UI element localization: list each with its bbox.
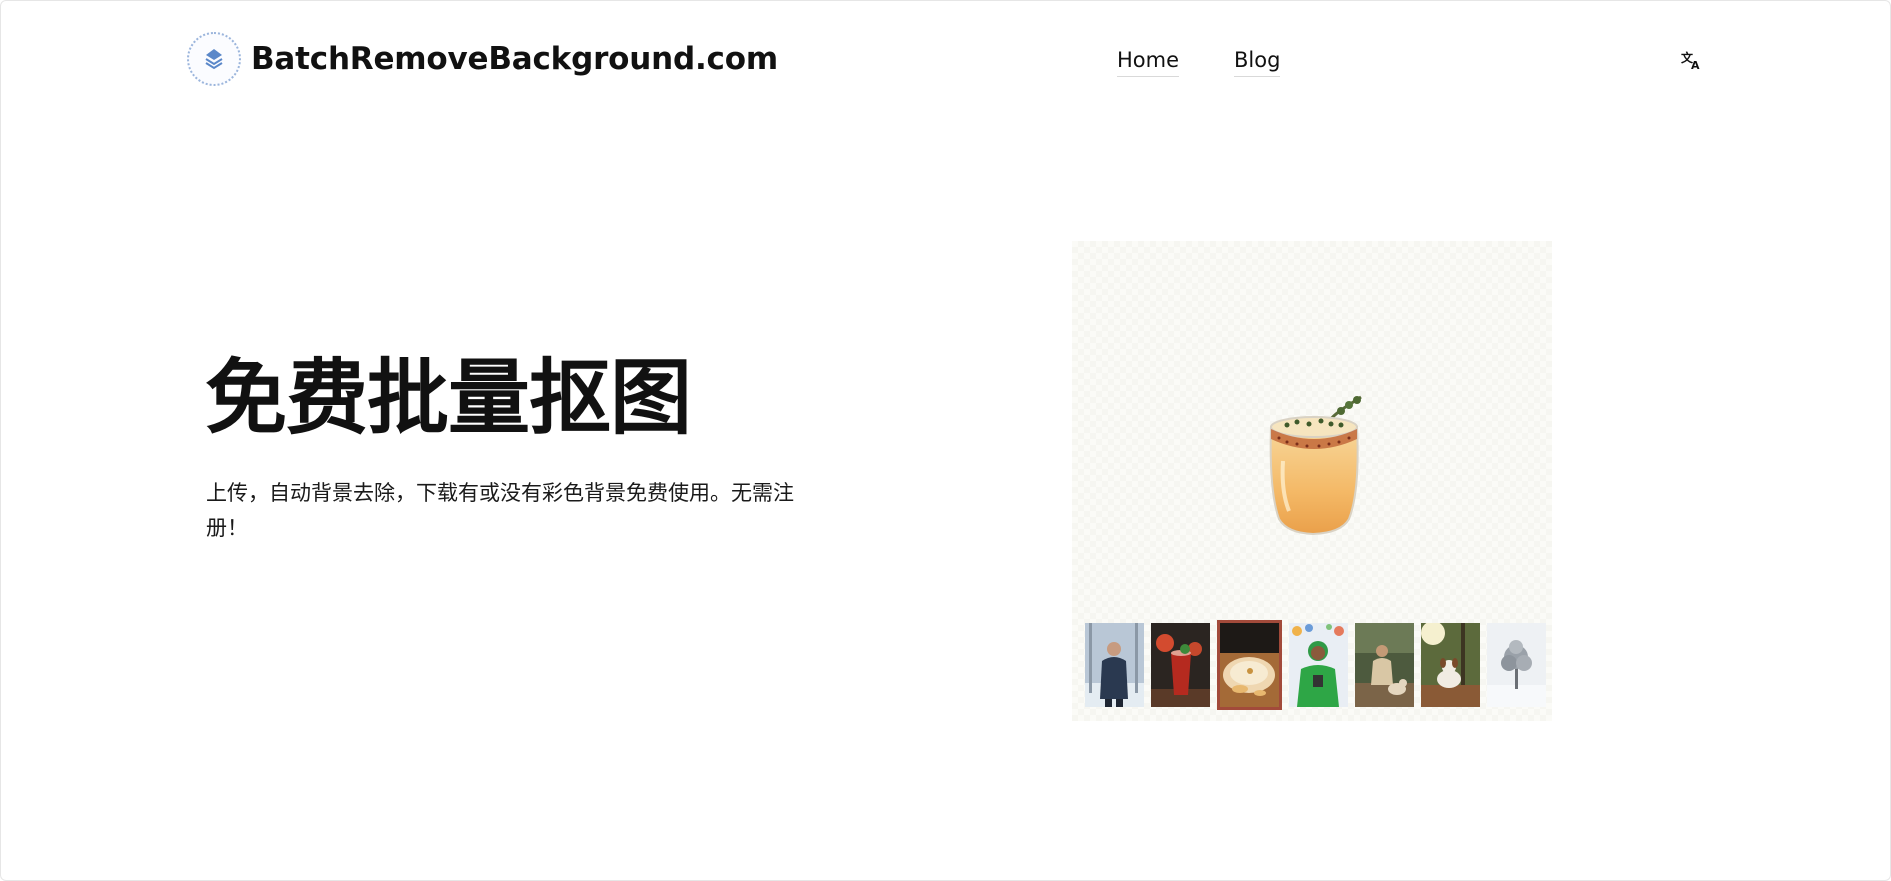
thumbnail-dessert-plate[interactable] [1217,620,1282,710]
cocktail-glass-cutout-image [1257,391,1377,541]
sample-thumbnails [1085,620,1546,710]
thumbnail-dog-in-forest[interactable] [1421,623,1480,707]
language-switch-button[interactable]: 文 A [1677,48,1707,76]
translate-icon: 文 A [1681,50,1703,74]
thumbnail-red-drink[interactable] [1151,623,1210,707]
main-nav: Home Blog [1117,48,1281,77]
nav-home-link[interactable]: Home [1117,48,1180,77]
hero-title: 免费批量抠图 [205,351,692,446]
layers-logo-icon [187,32,241,86]
thumbnail-snowy-tree[interactable] [1487,623,1546,707]
brand-home-link[interactable]: BatchRemoveBackground.com [187,32,778,86]
nav-blog-link[interactable]: Blog [1234,48,1281,77]
svg-text:A: A [1691,59,1700,70]
hero-subtitle: 上传，自动背景去除，下载有或没有彩色背景免费使用。无需注册！ [206,481,794,540]
brand-name: BatchRemoveBackground.com [251,41,778,77]
page: BatchRemoveBackground.com Home Blog 文 A … [0,0,1891,881]
site-header: BatchRemoveBackground.com Home Blog 文 A [1,1,1890,121]
thumbnail-person-in-green-jacket[interactable] [1289,623,1348,707]
thumbnail-woman-with-dog-outdoors[interactable] [1355,623,1414,707]
background-removal-preview [1072,241,1552,721]
thumbnail-man-in-snow[interactable] [1085,623,1144,707]
